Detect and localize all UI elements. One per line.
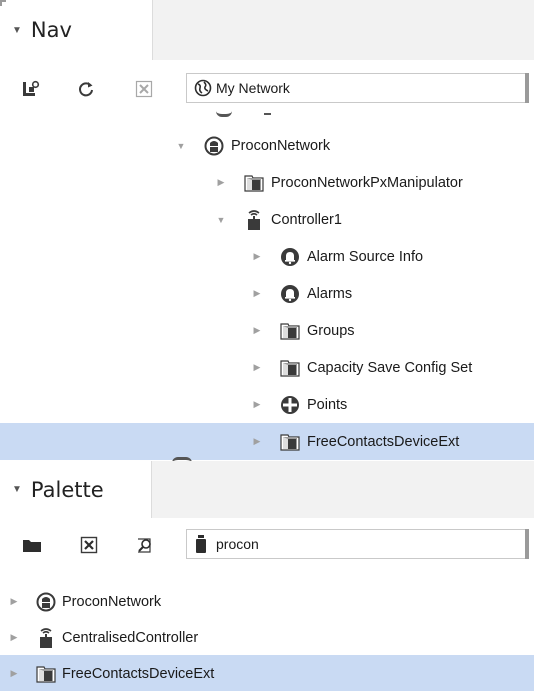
nav-tab-separator [152,0,153,60]
collapsed-arrow-icon[interactable]: ▶ [252,362,262,373]
folder-cube-icon [280,321,300,341]
sync-station-icon[interactable] [21,79,41,99]
scrolled-row-fragment [216,111,232,117]
collapsed-arrow-icon[interactable]: ▶ [252,325,262,336]
palette-title: Palette [30,477,104,502]
folder-cube-icon [36,664,56,684]
nav-tree-row[interactable]: ▶ ProconNetworkPxManipulator [0,164,534,201]
collapsed-arrow-icon[interactable]: ▶ [9,596,19,607]
tree-node-label: ProconNetworkPxManipulator [271,174,463,191]
nav-tab[interactable]: ▼ Nav [0,0,152,60]
folder-cube-icon [244,173,264,193]
expanded-arrow-icon[interactable]: ▼ [176,141,186,151]
tree-node-label: Capacity Save Config Set [307,359,473,376]
tree-node-label: Alarm Source Info [307,248,424,265]
tree-node-label: Points [307,396,348,413]
globe-icon [194,79,212,97]
caret-down-icon[interactable]: ▼ [12,484,22,495]
nav-title: Nav [30,18,72,42]
nav-tree-row[interactable]: ▶ Capacity Save Config Set [0,349,534,386]
tree-node-label: CentralisedController [62,629,199,646]
scrolled-row-fragment-mark [264,113,271,115]
alarm-bell-icon [280,284,300,304]
nav-corner-mark [0,0,6,6]
root-selector[interactable]: My Network [186,73,529,103]
tree-node-label: Groups [307,322,355,339]
nav-tree-row[interactable]: ▼ Controller1 [0,201,534,238]
close-icon[interactable] [134,79,154,99]
collapsed-arrow-icon[interactable]: ▶ [252,251,262,262]
module-selector[interactable]: procon [186,529,529,559]
palette-list-item[interactable]: ▶ CentralisedController [0,619,534,656]
tree-node-label: Alarms [307,285,353,302]
tree-node-label: FreeContactsDeviceExt [62,665,215,682]
refresh-icon[interactable] [76,79,96,99]
points-icon [280,395,300,415]
collapsed-arrow-icon[interactable]: ▶ [216,177,226,188]
module-selector-value: procon [216,536,259,552]
palette-list-item[interactable]: ▶ ProconNetwork [0,583,534,620]
folder-cube-icon [280,432,300,452]
folder-cube-icon [280,358,300,378]
controller-icon [36,627,56,648]
combo-edge [525,73,529,103]
tree-node-label: FreeContactsDeviceExt [307,433,460,450]
nav-tree-row[interactable]: ▶ FreeContactsDeviceExt [0,423,534,460]
tree-node-label: ProconNetwork [231,137,331,154]
nav-tree-row[interactable]: ▼ ProconNetwork [0,127,534,164]
controller-icon [244,209,264,230]
alarm-bell-icon [280,247,300,267]
network-icon [36,592,56,612]
collapsed-arrow-icon[interactable]: ▶ [9,668,19,679]
find-icon[interactable] [135,535,155,555]
nav-tree-row[interactable]: ▶ Points [0,386,534,423]
caret-down-icon[interactable]: ▼ [12,25,22,36]
close-icon[interactable] [79,535,99,555]
palette-tab[interactable]: ▼ Palette [0,461,152,518]
nav-tree-row[interactable]: ▶ Groups [0,312,534,349]
collapsed-arrow-icon[interactable]: ▶ [252,436,262,447]
combo-edge [525,529,529,559]
module-jar-icon [195,534,207,554]
collapsed-arrow-icon[interactable]: ▶ [252,288,262,299]
tree-node-label: ProconNetwork [62,593,162,610]
root-selector-value: My Network [216,80,290,96]
folder-icon[interactable] [21,535,43,555]
collapsed-arrow-icon[interactable]: ▶ [252,399,262,410]
tree-node-label: Controller1 [271,211,342,228]
network-icon [204,136,224,156]
palette-list-item[interactable]: ▶ FreeContactsDeviceExt [0,655,534,691]
expanded-arrow-icon[interactable]: ▼ [216,215,226,225]
nav-tree-row[interactable]: ▶ Alarms [0,275,534,312]
collapsed-arrow-icon[interactable]: ▶ [9,632,19,643]
nav-tree-row[interactable]: ▶ Alarm Source Info [0,238,534,275]
